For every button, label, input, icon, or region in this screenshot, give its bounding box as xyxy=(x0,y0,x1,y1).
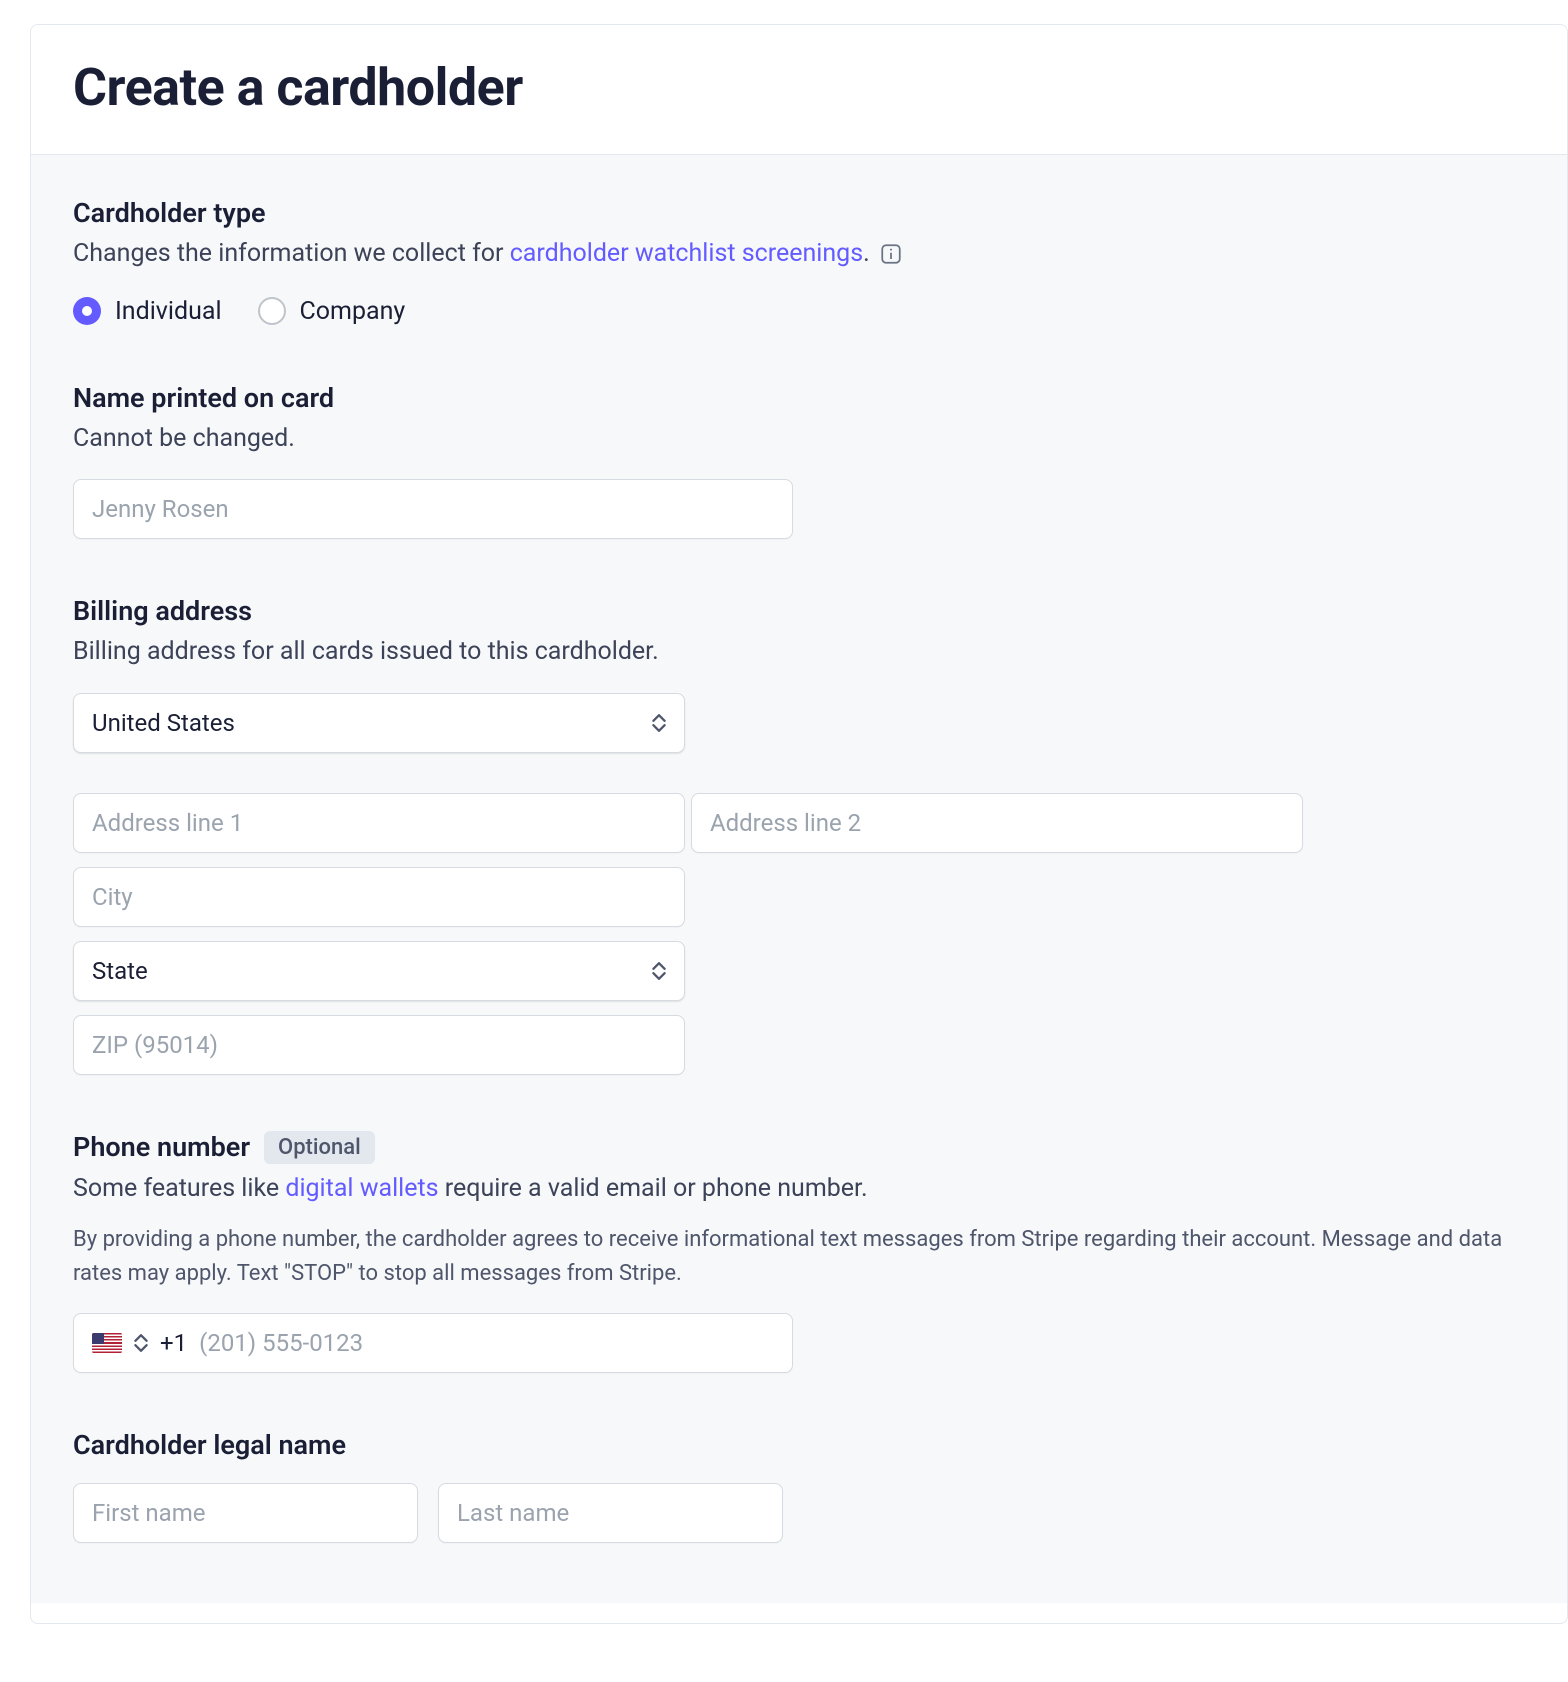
radio-company[interactable]: Company xyxy=(258,297,406,326)
optional-badge: Optional xyxy=(264,1131,375,1164)
name-on-card-subtitle: Cannot be changed. xyxy=(73,420,1525,458)
phone-fine-print: By providing a phone number, the cardhol… xyxy=(73,1223,1525,1291)
section-name-on-card: Name printed on card Cannot be changed. xyxy=(73,382,1525,540)
phone-number-input[interactable] xyxy=(199,1314,774,1372)
section-phone: Phone number Optional Some features like… xyxy=(73,1131,1525,1374)
billing-city-input[interactable] xyxy=(73,867,685,927)
billing-subtitle: Billing address for all cards issued to … xyxy=(73,633,1525,671)
info-icon[interactable] xyxy=(880,243,902,265)
section-cardholder-type: Cardholder type Changes the information … xyxy=(73,197,1525,326)
cardholder-type-radio-group: Individual Company xyxy=(73,297,1525,326)
cardholder-type-subtitle: Changes the information we collect for c… xyxy=(73,235,1525,273)
phone-subtitle-prefix: Some features like xyxy=(73,1174,285,1203)
chevron-updown-icon xyxy=(652,713,666,733)
panel-header: Create a cardholder xyxy=(31,25,1567,155)
chevron-updown-icon xyxy=(652,961,666,981)
cardholder-type-title: Cardholder type xyxy=(73,197,1525,229)
phone-subtitle: Some features like digital wallets requi… xyxy=(73,1170,1525,1208)
radio-company-label: Company xyxy=(300,297,406,326)
chevron-updown-icon[interactable] xyxy=(134,1333,148,1353)
billing-zip-input[interactable] xyxy=(73,1015,685,1075)
radio-individual[interactable]: Individual xyxy=(73,297,222,326)
radio-individual-label: Individual xyxy=(115,297,222,326)
phone-title: Phone number xyxy=(73,1131,250,1163)
cardholder-type-subtitle-prefix: Changes the information we collect for xyxy=(73,239,510,268)
billing-title: Billing address xyxy=(73,595,1525,627)
billing-country-select[interactable]: United States xyxy=(73,693,685,753)
billing-address1-input[interactable] xyxy=(73,793,685,853)
digital-wallets-link[interactable]: digital wallets xyxy=(285,1174,438,1203)
first-name-input[interactable] xyxy=(73,1483,418,1543)
legal-name-title: Cardholder legal name xyxy=(73,1429,1525,1461)
page-title: Create a cardholder xyxy=(73,57,1525,118)
last-name-input[interactable] xyxy=(438,1483,783,1543)
billing-address2-input[interactable] xyxy=(691,793,1303,853)
create-cardholder-panel: Create a cardholder Cardholder type Chan… xyxy=(30,24,1568,1624)
billing-country-value: United States xyxy=(92,709,235,737)
us-flag-icon xyxy=(92,1333,122,1353)
section-legal-name: Cardholder legal name xyxy=(73,1429,1525,1543)
panel-body: Cardholder type Changes the information … xyxy=(31,155,1567,1603)
cardholder-type-subtitle-suffix: . xyxy=(863,239,870,268)
phone-country-code: +1 xyxy=(160,1329,187,1357)
phone-input-group: +1 xyxy=(73,1313,793,1373)
billing-state-value: State xyxy=(92,957,148,985)
billing-state-select[interactable]: State xyxy=(73,941,685,1001)
radio-company-indicator xyxy=(258,297,286,325)
name-on-card-title: Name printed on card xyxy=(73,382,1525,414)
watchlist-screenings-link[interactable]: cardholder watchlist screenings xyxy=(510,239,863,268)
name-on-card-input[interactable] xyxy=(73,479,793,539)
radio-individual-indicator xyxy=(73,297,101,325)
phone-subtitle-suffix: require a valid email or phone number. xyxy=(439,1174,868,1203)
section-billing-address: Billing address Billing address for all … xyxy=(73,595,1525,1075)
